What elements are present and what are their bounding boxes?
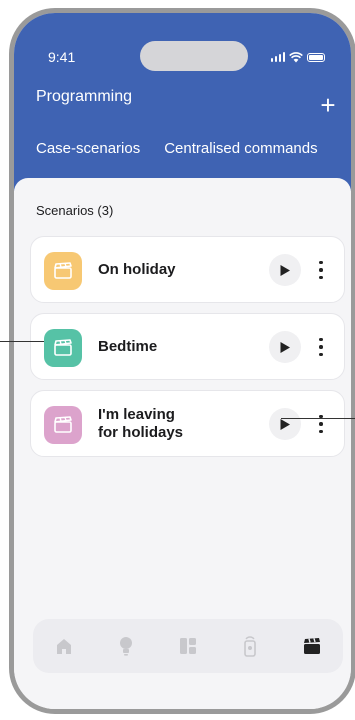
dynamic-island [140, 41, 248, 71]
battery-icon [307, 52, 325, 62]
nav-dashboard[interactable] [176, 634, 200, 658]
dashboard-icon [180, 638, 196, 654]
app-screen: 9:41 Programming + Case-scenarios Centra… [14, 13, 351, 709]
scenario-label: Bedtime [98, 337, 158, 355]
signal-icon [270, 52, 285, 62]
lightbulb-icon [120, 637, 132, 656]
tab-centralised-commands[interactable]: Centralised commands [164, 140, 317, 157]
tab-bar: Case-scenarios Centralised commands [36, 140, 351, 157]
play-button[interactable] [269, 254, 301, 286]
clapperboard-icon [44, 406, 82, 444]
tab-case-scenarios[interactable]: Case-scenarios [36, 140, 140, 157]
home-icon [57, 639, 71, 654]
status-time: 9:41 [48, 49, 76, 65]
remote-icon [244, 636, 256, 657]
scenario-card-leaving-for-holidays[interactable]: I'm leaving for holidays [30, 390, 345, 457]
scenario-label: I'm leaving for holidays [98, 405, 184, 441]
clapperboard-icon [44, 329, 82, 367]
clapperboard-icon [44, 252, 82, 290]
scenario-card-on-holiday[interactable]: On holiday [30, 236, 345, 303]
play-button[interactable] [269, 408, 301, 440]
play-icon [280, 264, 290, 276]
nav-remote[interactable] [238, 634, 262, 658]
scenario-card-bedtime[interactable]: Bedtime [30, 313, 345, 380]
nav-home[interactable] [52, 634, 76, 658]
play-button[interactable] [269, 331, 301, 363]
bottom-nav [33, 619, 343, 673]
more-options-button[interactable] [313, 329, 329, 365]
callout-line-right [281, 418, 355, 419]
more-options-button[interactable] [313, 406, 329, 442]
add-button[interactable]: + [315, 92, 341, 119]
clapperboard-icon [304, 638, 320, 654]
section-title: Scenarios (3) [36, 203, 114, 218]
status-icons [270, 51, 325, 63]
play-icon [280, 341, 290, 353]
play-icon [280, 418, 290, 430]
page-title: Programming [36, 88, 133, 105]
phone-frame: 9:41 Programming + Case-scenarios Centra… [9, 8, 355, 714]
scenario-label: On holiday [98, 260, 176, 278]
nav-lights[interactable] [114, 634, 138, 658]
nav-scenarios[interactable] [300, 634, 324, 658]
callout-line-left [0, 341, 44, 342]
more-options-button[interactable] [313, 252, 329, 288]
app-header: 9:41 Programming + Case-scenarios Centra… [14, 13, 351, 191]
wifi-icon [289, 51, 303, 62]
